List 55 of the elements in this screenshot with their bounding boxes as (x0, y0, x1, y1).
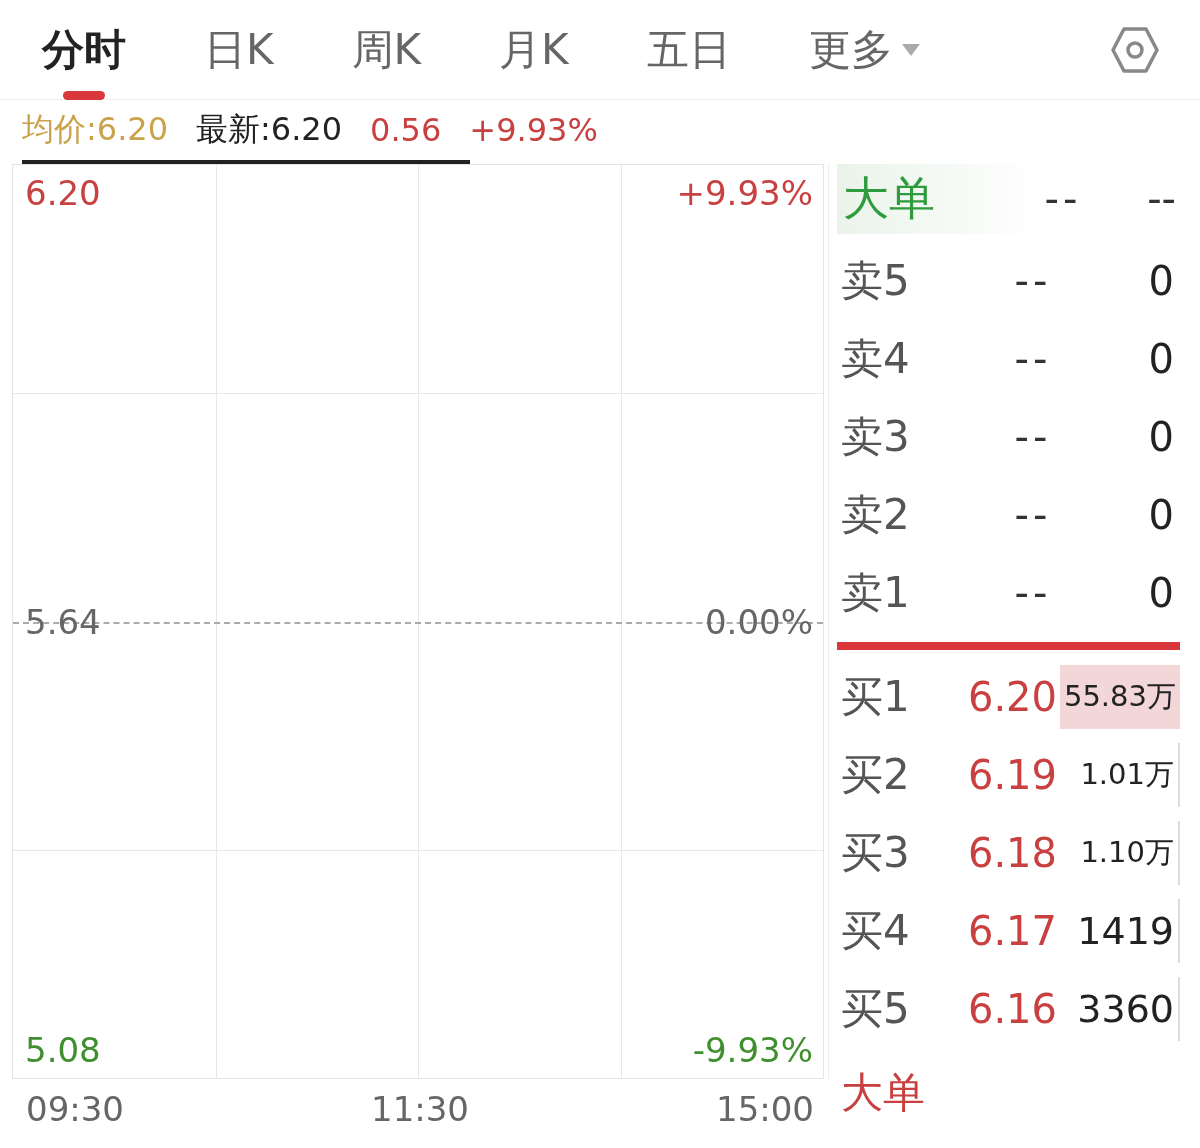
average-price: 均价:6.20 (22, 109, 169, 150)
ask-price: -- (1013, 336, 1053, 382)
bid-volume: 1.01万 (1076, 743, 1180, 807)
ask-label: 卖4 (841, 333, 911, 385)
bid-volume: 3360 (1073, 977, 1180, 1041)
big-order-label: 大单 (843, 170, 936, 227)
chart-tab[interactable]: 分时 (42, 0, 126, 100)
percent-label: -9.93% (692, 1030, 813, 1070)
ask-label: 卖3 (841, 411, 911, 463)
ask-volume: 0 (1147, 570, 1175, 616)
bid-price: 6.20 (966, 674, 1057, 720)
price-label: 5.08 (25, 1030, 101, 1070)
bid-label: 买1 (841, 671, 911, 723)
ask-volume: 0 (1147, 336, 1175, 382)
ask-label: 卖1 (841, 567, 911, 619)
chart-tab[interactable]: 周K (351, 0, 422, 100)
ask-volume: 0 (1147, 258, 1175, 304)
ask-label: 卖2 (841, 489, 911, 541)
ask-price: -- (1013, 492, 1053, 538)
bid-price: 6.16 (966, 986, 1057, 1032)
big-order-label: 大单 (841, 1067, 926, 1119)
ask-volume: 0 (1147, 492, 1175, 538)
bid-price: 6.17 (966, 908, 1057, 954)
chart-tab[interactable]: 日K (204, 0, 274, 100)
percent-label: +9.93% (676, 173, 813, 213)
bid-volume: 1.10万 (1076, 821, 1180, 885)
latest-price: 最新:6.20 (196, 109, 343, 150)
bid-price: 6.18 (966, 830, 1057, 876)
ask-label: 卖5 (841, 255, 911, 307)
bid-volume: 55.83万 (1059, 665, 1180, 729)
price-change: 0.56 (370, 111, 442, 149)
time-label: 11:30 (371, 1089, 469, 1129)
caret-icon (900, 42, 921, 57)
bid-label: 买5 (841, 983, 911, 1035)
bid-label: 买2 (841, 749, 911, 801)
time-label: 15:00 (716, 1089, 814, 1129)
chart-tab[interactable]: 更多 (808, 0, 921, 100)
bid-volume: 1419 (1073, 899, 1180, 963)
settings-icon[interactable] (1110, 24, 1160, 75)
ask-price: -- (1013, 258, 1053, 304)
bid-price: 6.19 (966, 752, 1057, 798)
price-label: 6.20 (25, 173, 101, 213)
big-order-volume: -- (1146, 176, 1177, 222)
percent-label: 0.00% (705, 601, 813, 642)
big-order-price: -- (1043, 176, 1083, 222)
ask-volume: 0 (1147, 414, 1175, 460)
bid-label: 买3 (841, 827, 911, 879)
chart-tab[interactable]: 五日 (646, 0, 731, 100)
price-label: 5.64 (25, 601, 101, 642)
time-label: 09:30 (26, 1089, 124, 1129)
ask-price: -- (1013, 414, 1053, 460)
chart-tab[interactable]: 月K (499, 0, 569, 100)
ask-price: -- (1013, 570, 1053, 616)
change-percent: +9.93% (469, 111, 598, 149)
bid-label: 买4 (841, 905, 911, 957)
